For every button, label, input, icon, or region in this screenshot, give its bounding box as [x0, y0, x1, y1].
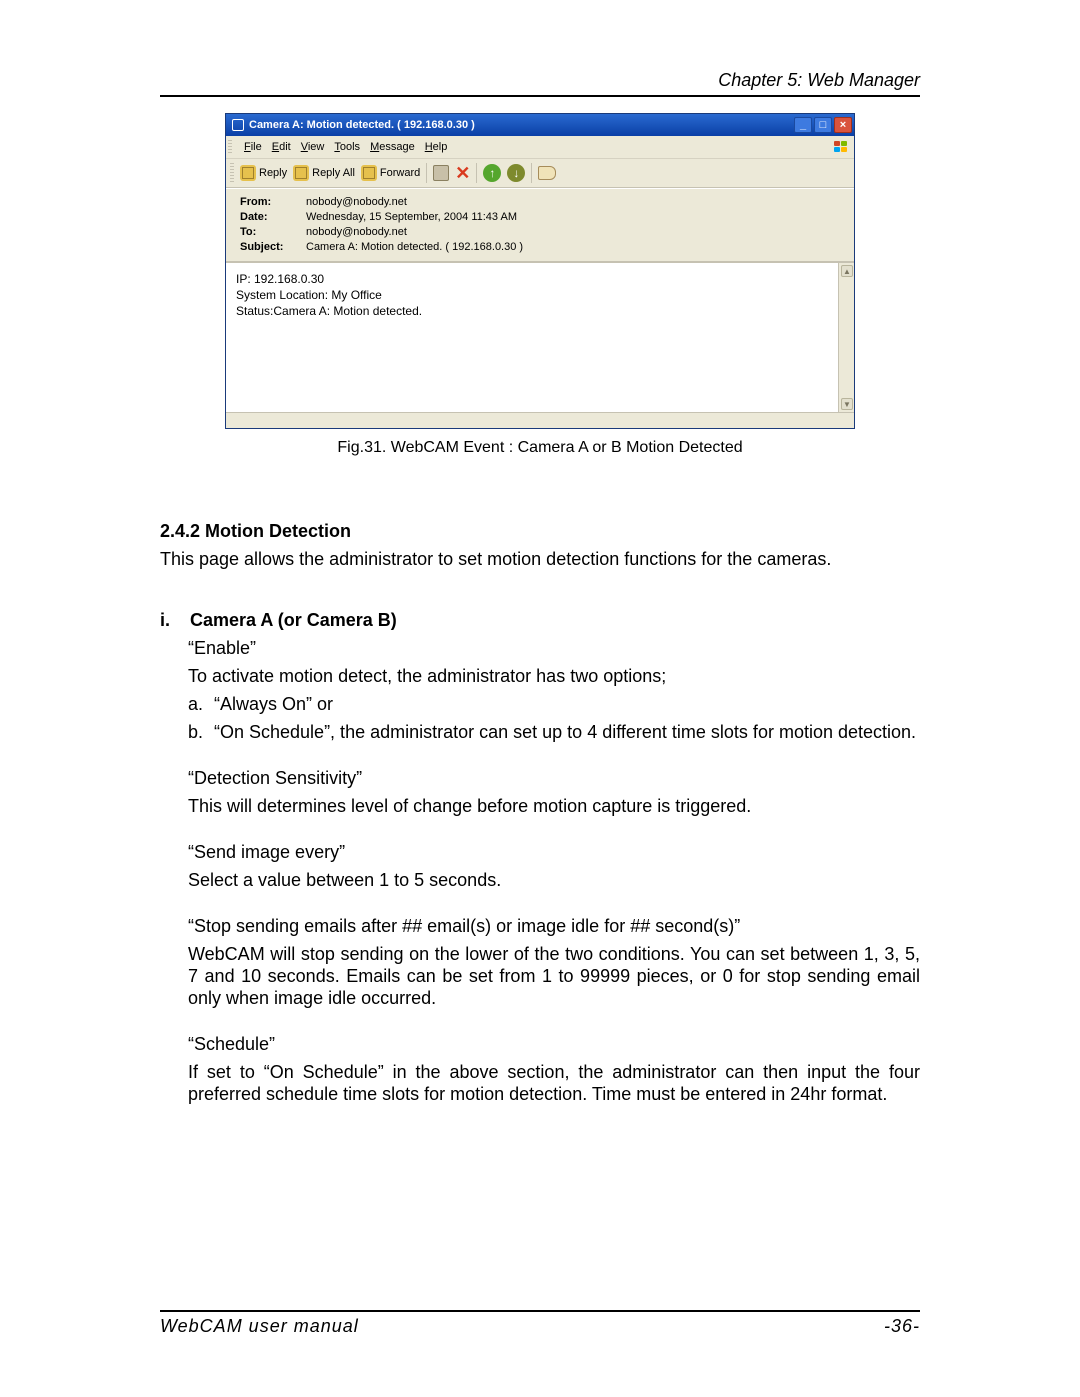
window-icon [232, 119, 244, 131]
app-logo-icon [832, 139, 850, 155]
stop-sending-heading: “Stop sending emails after ## email(s) o… [188, 915, 920, 937]
subject-label: Subject: [240, 240, 296, 255]
send-image-desc: Select a value between 1 to 5 seconds. [188, 869, 920, 891]
option-b: “On Schedule”, the administrator can set… [214, 721, 916, 743]
menu-file[interactable]: File [244, 141, 262, 153]
close-button[interactable]: × [834, 117, 852, 133]
to-label: To: [240, 225, 296, 240]
scroll-down-icon[interactable]: ▼ [841, 398, 853, 410]
from-value: nobody@nobody.net [306, 195, 407, 210]
reply-button[interactable]: Reply [240, 165, 287, 181]
date-label: Date: [240, 210, 296, 225]
window-title: Camera A: Motion detected. ( 192.168.0.3… [249, 119, 794, 131]
message-body: IP: 192.168.0.30 System Location: My Off… [226, 263, 838, 412]
footer-manual-name: WebCAM user manual [160, 1316, 359, 1337]
date-value: Wednesday, 15 September, 2004 11:43 AM [306, 210, 517, 225]
envelope-icon [293, 165, 309, 181]
toolbar: Reply Reply All Forward ✕ ↑ ↓ [226, 159, 854, 188]
section-title: 2.4.2 Motion Detection [160, 521, 920, 542]
toolbar-grip [230, 163, 234, 183]
option-a: “Always On” or [214, 693, 333, 715]
toolbar-separator [426, 163, 427, 183]
body-line: IP: 192.168.0.30 [236, 271, 828, 287]
page-header: Chapter 5: Web Manager [160, 70, 920, 91]
list-marker: b. [188, 721, 214, 743]
send-image-heading: “Send image every” [188, 841, 920, 863]
menu-edit[interactable]: Edit [272, 141, 291, 153]
embedded-screenshot: Camera A: Motion detected. ( 192.168.0.3… [225, 113, 855, 429]
section-intro: This page allows the administrator to se… [160, 548, 920, 570]
envelope-icon [361, 165, 377, 181]
subsection-title: i. Camera A (or Camera B) [160, 610, 920, 631]
reply-all-label: Reply All [312, 167, 355, 179]
scroll-up-icon[interactable]: ▲ [841, 265, 853, 277]
stop-sending-desc: WebCAM will stop sending on the lower of… [188, 943, 920, 1009]
next-button[interactable]: ↓ [507, 164, 525, 182]
menu-message[interactable]: Message [370, 141, 415, 153]
scrollbar[interactable]: ▲ ▼ [838, 263, 854, 412]
footer-rule [160, 1310, 920, 1312]
header-rule [160, 95, 920, 97]
minimize-button[interactable]: _ [794, 117, 812, 133]
envelope-icon [240, 165, 256, 181]
to-value: nobody@nobody.net [306, 225, 407, 240]
enable-heading: “Enable” [188, 637, 920, 659]
delete-button[interactable]: ✕ [455, 165, 470, 181]
maximize-button[interactable]: □ [814, 117, 832, 133]
window-titlebar: Camera A: Motion detected. ( 192.168.0.3… [226, 114, 854, 136]
detection-sensitivity-desc: This will determines level of change bef… [188, 795, 920, 817]
print-button[interactable] [433, 165, 449, 181]
menu-view[interactable]: View [301, 141, 325, 153]
body-line: Status:Camera A: Motion detected. [236, 303, 828, 319]
menu-bar: File Edit View Tools Message Help [226, 136, 854, 159]
menu-help[interactable]: Help [425, 141, 448, 153]
enable-desc: To activate motion detect, the administr… [188, 665, 920, 687]
status-bar [226, 412, 854, 428]
forward-label: Forward [380, 167, 420, 179]
subject-value: Camera A: Motion detected. ( 192.168.0.3… [306, 240, 523, 255]
schedule-desc: If set to “On Schedule” in the above sec… [188, 1061, 920, 1105]
footer-page-number: -36- [884, 1316, 920, 1337]
from-label: From: [240, 195, 296, 210]
toolbar-separator [531, 163, 532, 183]
reply-label: Reply [259, 167, 287, 179]
toolbar-separator [476, 163, 477, 183]
figure-caption: Fig.31. WebCAM Event : Camera A or B Mot… [160, 439, 920, 457]
addresses-button[interactable] [538, 166, 556, 180]
menu-tools[interactable]: Tools [334, 141, 360, 153]
message-body-area: IP: 192.168.0.30 System Location: My Off… [226, 262, 854, 412]
body-line: System Location: My Office [236, 287, 828, 303]
forward-button[interactable]: Forward [361, 165, 420, 181]
schedule-heading: “Schedule” [188, 1033, 920, 1055]
list-marker: a. [188, 693, 214, 715]
detection-sensitivity-heading: “Detection Sensitivity” [188, 767, 920, 789]
option-list: a.“Always On” or b.“On Schedule”, the ad… [188, 693, 920, 743]
message-headers: From: nobody@nobody.net Date: Wednesday, 1… [226, 188, 854, 262]
reply-all-button[interactable]: Reply All [293, 165, 355, 181]
previous-button[interactable]: ↑ [483, 164, 501, 182]
menu-grip [228, 140, 232, 154]
